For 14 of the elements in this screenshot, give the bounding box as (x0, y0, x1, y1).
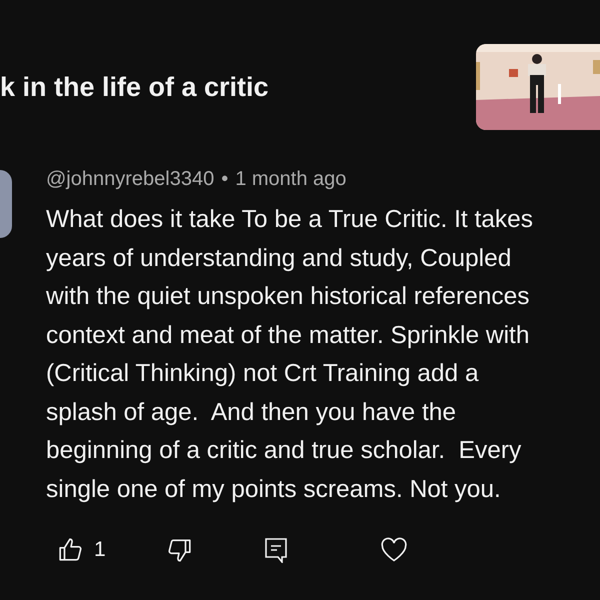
video-title: k in the life of a critic (0, 72, 269, 102)
comment-author[interactable]: @johnnyrebel3340 (46, 168, 214, 191)
heart-button[interactable] (380, 537, 408, 563)
dislike-button[interactable] (166, 537, 192, 563)
comment-text: What does it take To be a True Critic. It takes years of understanding and study, Coupled with the quiet unspoken historical references context and meat of the matter. Sprinkle with (Critical Thinking) not Crt Training add a splash of age. And then you have the beginning of a critic and true scholar. Every single one of my points screams. Not you. (46, 205, 534, 504)
thumbs-up-icon (58, 537, 84, 563)
meta-separator: • (221, 168, 228, 191)
comment-time: 1 month ago (235, 168, 346, 191)
like-button[interactable]: 1 (58, 537, 106, 563)
reply-button[interactable] (264, 537, 288, 563)
heart-icon (380, 537, 408, 563)
avatar[interactable] (0, 170, 12, 238)
comment-icon (264, 537, 288, 563)
thumbs-down-icon (166, 537, 192, 563)
